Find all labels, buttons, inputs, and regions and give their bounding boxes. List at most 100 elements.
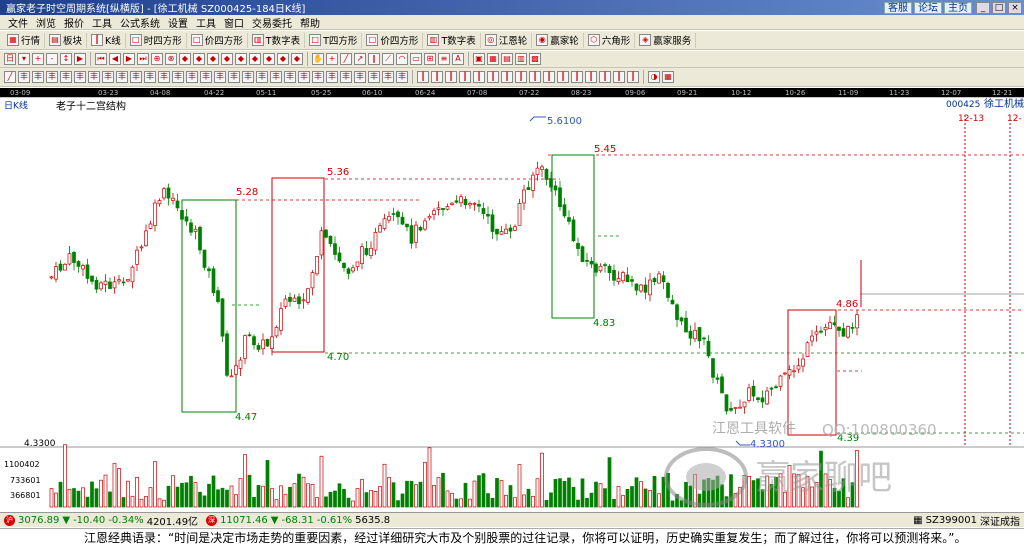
toolbar-gann-wheel-button[interactable]: ◎ 江恩轮	[481, 32, 533, 48]
ticker-index[interactable]: ▦ SZ399001 深证成指	[909, 513, 1024, 528]
diamond-icon[interactable]: ◆	[221, 53, 233, 65]
indicator-icon[interactable]: 丰	[172, 71, 184, 83]
indicator-icon[interactable]: 丰	[214, 71, 226, 83]
next-icon[interactable]: ▶	[123, 53, 135, 65]
indicator-icon[interactable]: 丰	[298, 71, 310, 83]
indicator-icon[interactable]: 丰	[46, 71, 58, 83]
menu-settings[interactable]: 设置	[164, 15, 192, 30]
arc-icon[interactable]: ◠	[396, 53, 408, 65]
bars-icon[interactable]: ┃	[515, 71, 527, 83]
bars-icon[interactable]: ┃	[473, 71, 485, 83]
close-button[interactable]: ×	[1008, 1, 1022, 14]
bars-icon[interactable]: ┃	[557, 71, 569, 83]
diamond-icon[interactable]: ◆	[235, 53, 247, 65]
indicator-icon[interactable]: 丰	[326, 71, 338, 83]
hand-icon[interactable]: ✋	[312, 53, 324, 65]
ticker-sh[interactable]: 沪 3076.89 ▼ -10.40 -0.34% 4201.49亿	[0, 513, 202, 527]
indicator-icon[interactable]: 丰	[144, 71, 156, 83]
bars-icon[interactable]: ┃	[543, 71, 555, 83]
bars-icon[interactable]: ┃	[571, 71, 583, 83]
last-icon[interactable]: ⏭	[137, 53, 149, 65]
indicator-icon[interactable]: 丰	[158, 71, 170, 83]
bars-icon[interactable]: ┃	[417, 71, 429, 83]
layout-icon[interactable]: ▦	[662, 71, 674, 83]
indicator-icon[interactable]: 丰	[116, 71, 128, 83]
indicator-icon[interactable]: 丰	[74, 71, 86, 83]
bars-icon[interactable]: ┃	[529, 71, 541, 83]
period-icon[interactable]: 日	[4, 53, 16, 65]
bars-icon[interactable]: ┃	[627, 71, 639, 83]
menu-help[interactable]: 帮助	[296, 15, 324, 30]
toolbar-t-table-2-button[interactable]: ▥ T数字表	[423, 32, 481, 48]
fib-icon[interactable]: ≡	[438, 53, 450, 65]
grid-icon[interactable]: ▤	[501, 53, 513, 65]
diamond-icon[interactable]: ◆	[291, 53, 303, 65]
toolbar-price-square-button[interactable]: □ 价四方形	[187, 32, 248, 48]
bars-icon[interactable]: ▥	[515, 53, 527, 65]
zoom-out-icon[interactable]: -	[46, 53, 58, 65]
bars-icon[interactable]: ┃	[459, 71, 471, 83]
kline-chart[interactable]: 5.6100 4.3300 5.28 4.47 5.36 4.70 5.45 4…	[0, 96, 1024, 512]
link-forum[interactable]: 论坛	[914, 1, 942, 14]
indicator-icon[interactable]: 丰	[102, 71, 114, 83]
bars-icon[interactable]: ┃	[613, 71, 625, 83]
indicator-icon[interactable]: 丰	[354, 71, 366, 83]
indicator-icon[interactable]: 丰	[382, 71, 394, 83]
diamond-icon[interactable]: ◆	[207, 53, 219, 65]
indicator-icon[interactable]: 丰	[200, 71, 212, 83]
rect-icon[interactable]: ▭	[410, 53, 422, 65]
bars-icon[interactable]: ┃	[599, 71, 611, 83]
indicator-icon[interactable]: 丰	[284, 71, 296, 83]
channel-icon[interactable]: ∥	[368, 53, 380, 65]
menu-file[interactable]: 文件	[4, 15, 32, 30]
chart-area[interactable]: 5.6100 4.3300 5.28 4.47 5.36 4.70 5.45 4…	[0, 96, 1024, 512]
diamond-icon[interactable]: ◆	[249, 53, 261, 65]
maximize-button[interactable]: □	[992, 1, 1006, 14]
prev-icon[interactable]: ◀	[109, 53, 121, 65]
toolbar-kline-button[interactable]: ┃ K线	[87, 32, 126, 48]
bars-icon[interactable]: ┃	[501, 71, 513, 83]
bars-icon[interactable]: ┃	[487, 71, 499, 83]
indicator-icon[interactable]: 丰	[130, 71, 142, 83]
toolbar-price-square-2-button[interactable]: □ 价四方形	[362, 32, 424, 48]
chevron-down-icon[interactable]: ▾	[18, 53, 30, 65]
diamond-icon[interactable]: ◆	[179, 53, 191, 65]
toolbar-t-square-button[interactable]: □ T四方形	[305, 32, 363, 48]
gann-icon[interactable]: ⊞	[424, 53, 436, 65]
toolbar-service-button[interactable]: ◈ 赢家服务	[635, 32, 697, 48]
link-service[interactable]: 客服	[884, 1, 912, 14]
fan-icon[interactable]: ⟋	[382, 53, 394, 65]
toolbar-winner-wheel-button[interactable]: ◉ 赢家轮	[532, 32, 584, 48]
cycle-icon[interactable]: ⊗	[165, 53, 177, 65]
line-icon[interactable]: ╱	[340, 53, 352, 65]
draw-icon[interactable]: ╱	[4, 71, 16, 83]
cycle-icon[interactable]: ⊕	[151, 53, 163, 65]
first-icon[interactable]: ⏮	[95, 53, 107, 65]
toolbar-quotes-button[interactable]: ▦ 行情	[3, 32, 46, 48]
indicator-icon[interactable]: 丰	[18, 71, 30, 83]
bars-icon[interactable]: ┃	[445, 71, 457, 83]
menu-tools-2[interactable]: 工具	[192, 15, 220, 30]
indicator-icon[interactable]: 丰	[312, 71, 324, 83]
toolbar-t-table-button[interactable]: ▥ T数字表	[248, 32, 306, 48]
indicator-icon[interactable]: 丰	[60, 71, 72, 83]
table-icon[interactable]: ▦	[487, 53, 499, 65]
menu-trade[interactable]: 交易委托	[248, 15, 296, 30]
indicator-icon[interactable]: 丰	[340, 71, 352, 83]
indicator-icon[interactable]: 丰	[186, 71, 198, 83]
toolbar-sectors-button[interactable]: ▤ 板块	[45, 32, 88, 48]
ray-icon[interactable]: ↗	[354, 53, 366, 65]
flag-icon[interactable]: ▶	[74, 53, 86, 65]
menu-formula[interactable]: 公式系统	[116, 15, 164, 30]
ticker-sz[interactable]: 深 11071.46 ▼ -68.31 -0.61% 5635.8	[202, 514, 394, 526]
menu-quote[interactable]: 报价	[60, 15, 88, 30]
indicator-icon[interactable]: 丰	[270, 71, 282, 83]
colors-icon[interactable]: ◑	[648, 71, 660, 83]
menu-browse[interactable]: 浏览	[32, 15, 60, 30]
diamond-icon[interactable]: ◆	[277, 53, 289, 65]
indicator-icon[interactable]: 丰	[88, 71, 100, 83]
toolbar-time-square-button[interactable]: □ 时四方形	[126, 32, 187, 48]
diamond-icon[interactable]: ◆	[263, 53, 275, 65]
save-icon[interactable]: ▣	[473, 53, 485, 65]
diamond-icon[interactable]: ◆	[193, 53, 205, 65]
